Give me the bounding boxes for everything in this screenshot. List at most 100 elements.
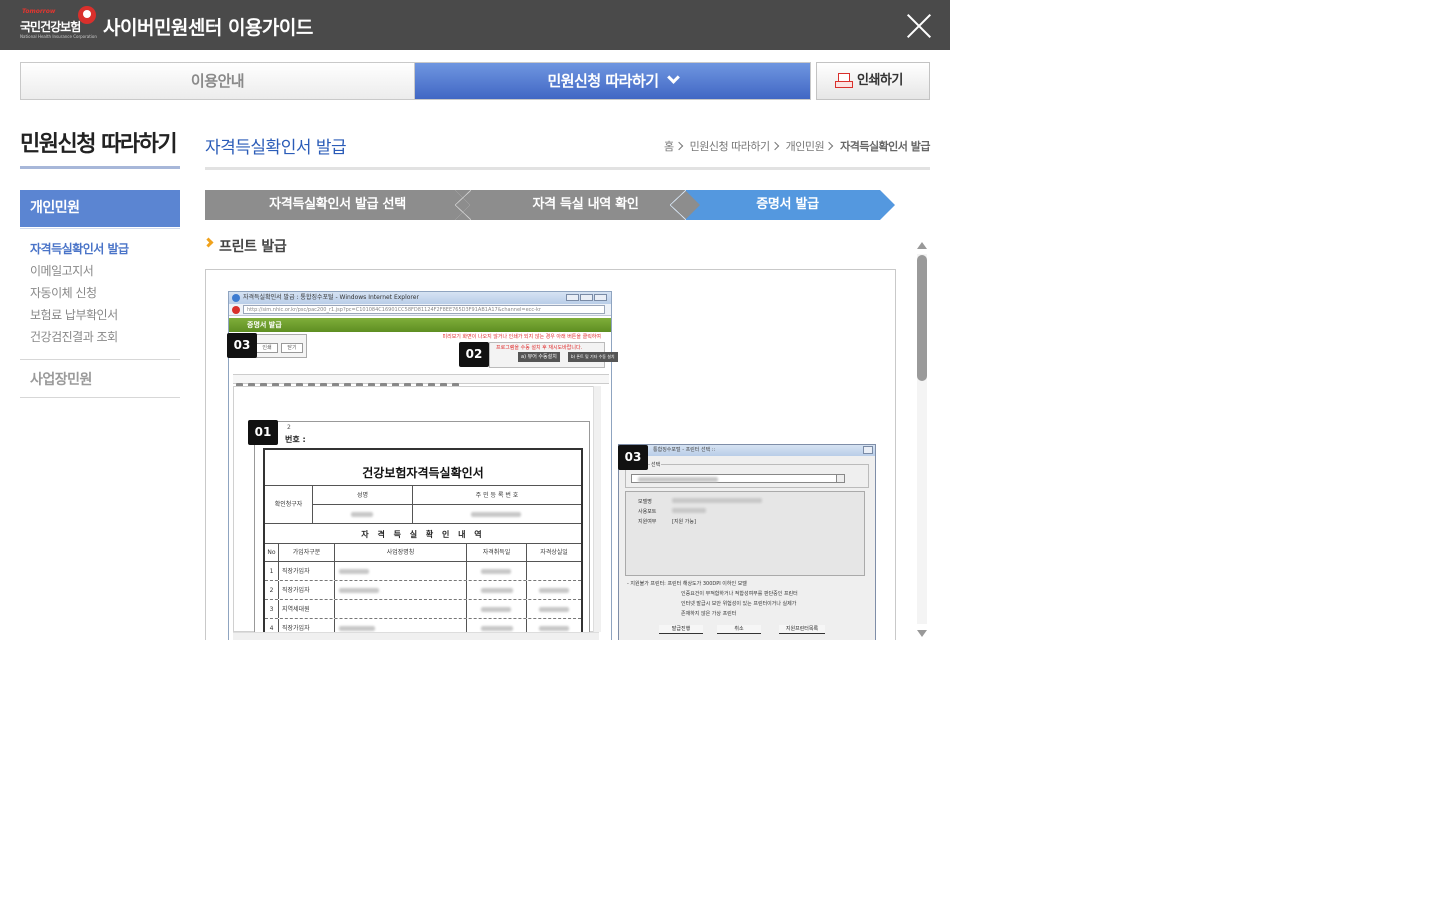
badge-03: 03 [227, 333, 257, 358]
dialog-titlebar: 통합징수포털 - 프린터 선택 :: [619, 445, 875, 456]
cert-table: 건강보험자격득실확인서 확인청구자 성명 주 민 등 록 번 호 자 격 득 실… [263, 448, 583, 640]
sidebar-item-payment-confirm[interactable]: 보험료 납부확인서 [30, 305, 129, 327]
chevron-right-icon [674, 141, 683, 151]
chevron-down-icon [836, 475, 844, 482]
sidebar-section-divider [20, 228, 180, 229]
cert-number-label: 번호 : [285, 435, 306, 444]
ie-url: http://sim.nhic.or.kr/psc/pac200_r1.jsp?… [243, 305, 605, 314]
dialog-cancel-btn: 취소 [717, 625, 761, 634]
ie-icon [232, 294, 240, 302]
sidebar-divider [20, 397, 180, 398]
cert-row-type: 지역세대원 [279, 600, 335, 618]
scrollbar-thumb[interactable] [917, 255, 927, 381]
cert-page-number: 2 [287, 424, 291, 431]
ie-address-bar: http://sim.nhic.or.kr/psc/pac200_r1.jsp?… [229, 304, 611, 316]
cert-subtitle: 자 격 득 실 확 인 내 역 [265, 524, 581, 544]
printer-support-label: 지원여부 [638, 519, 657, 525]
ie-horizontal-scrollbar [233, 632, 599, 640]
ie-print-btn: 인쇄 [256, 343, 278, 353]
ie-plugin-box: 프로그램을 수동 설치 후 재시도바랍니다. a) 뷰어 수동설치 b) 폰트 … [489, 342, 618, 368]
cert-row-type: 직장가입자 [279, 581, 335, 599]
cert-col-workplace: 사업장명칭 [335, 544, 467, 561]
dialog-note: - 지원불가 프린터: 프린터 해상도가 300DPI 이하인 모델 [627, 581, 747, 587]
dialog-note: 인증요건이 부적합하거나 적합성여부를 판단중인 프린터 [681, 591, 798, 597]
ie-titlebar: 자격득실확인서 발급 : 통합징수포털 - Windows Internet E… [229, 292, 611, 304]
sidebar-item-auto-transfer[interactable]: 자동이체 신청 [30, 283, 129, 305]
tab-label: 이용안내 [190, 72, 245, 90]
header-bar: Tomorrow 국민건강보험 National Health Insuranc… [0, 0, 950, 50]
sidebar-list: 자격득실확인서 발급 이메일고지서 자동이체 신청 보험료 납부확인서 건강검진… [30, 239, 129, 349]
page-title: 자격득실확인서 발급 [205, 138, 347, 158]
step-1[interactable]: 자격득실확인서 발급 선택 [205, 190, 470, 220]
cert-col-headers: No 가입자구분 사업장명칭 자격취득일 자격상실일 [265, 544, 581, 562]
badge-01: 01 [248, 420, 278, 445]
logo-subtext: National Health Insurance Corporation [20, 34, 97, 39]
ie-vertical-scrollbar [593, 386, 601, 632]
dialog-note: 존재하지 않은 가상 프린터 [681, 611, 737, 617]
tab-usage-guide[interactable]: 이용안내 [21, 63, 415, 99]
printer-info-box: 모델명 사용포트 지원여부 [지원 가능] [625, 491, 865, 576]
cert-row-no: 1 [265, 562, 279, 580]
dialog-close-icon [863, 446, 873, 454]
sidebar-section-business[interactable]: 사업장민원 [30, 369, 92, 389]
cert-row-type: 직장가입자 [279, 562, 335, 580]
cert-name-header: 성명 [313, 486, 413, 505]
section-title-text: 프린트 발급 [219, 239, 287, 255]
sidebar-item-qualification[interactable]: 자격득실확인서 발급 [30, 239, 129, 261]
cert-data-row: 3 지역세대원 [265, 600, 581, 619]
plugin-btn-viewer: a) 뷰어 수동설치 [518, 352, 560, 362]
certificate: 2 번호 : 건강보험자격득실확인서 확인청구자 성명 주 민 등 록 번 호 … [254, 421, 590, 640]
window-controls [565, 294, 609, 302]
step-3[interactable]: 증명서 발급 [670, 190, 895, 220]
step-separator [455, 190, 471, 220]
ie-viewer-toolbar [233, 374, 609, 390]
cert-row-no: 3 [265, 600, 279, 618]
chevron-down-icon [666, 71, 680, 84]
breadcrumb-follow[interactable]: 민원신청 따라하기 [690, 140, 770, 153]
print-button[interactable]: 인쇄하기 [816, 62, 930, 100]
step-2[interactable]: 자격 득실 내역 확인 [455, 190, 700, 220]
badge-03: 03 [618, 445, 648, 470]
logo-text: 국민건강보험 [20, 20, 81, 34]
dialog-title-text: 통합징수포털 - 프린터 선택 :: [653, 447, 716, 453]
scroll-up-arrow-icon[interactable] [917, 242, 927, 249]
arrow-right-icon [203, 237, 214, 248]
breadcrumb: 홈 민원신청 따라하기 개인민원 자격득실확인서 발급 [560, 138, 930, 154]
cert-title: 건강보험자격득실확인서 [265, 450, 581, 486]
sidebar-section-personal[interactable]: 개인민원 [20, 190, 180, 227]
cert-data-row: 2 직장가입자 [265, 581, 581, 600]
ie-page-icon [232, 306, 240, 314]
section-title: 프린트 발급 [203, 236, 287, 256]
guide-popup: Tomorrow 국민건강보험 National Health Insuranc… [0, 0, 950, 900]
dialog-note: 인터넷 발급시 보안 위험성이 있는 프린터이거나 실제가 [681, 601, 797, 607]
guide-figure: 자격득실확인서 발급 : 통합징수포털 - Windows Internet E… [205, 269, 896, 640]
printer-select-label: 선택 [650, 461, 662, 468]
title-divider [205, 167, 930, 170]
badge-02: 02 [459, 342, 489, 367]
breadcrumb-personal[interactable]: 개인민원 [786, 140, 825, 153]
cert-confirm-label: 확인청구자 [265, 486, 313, 523]
print-label: 인쇄하기 [857, 73, 903, 88]
green-bar-text: 증명서 발급 [247, 321, 282, 329]
printer-icon [835, 73, 853, 89]
chevron-right-icon [824, 141, 834, 151]
step-label: 자격 득실 내역 확인 [532, 197, 639, 212]
printer-dialog-screenshot: 통합징수포털 - 프린터 선택 :: 선택 모델명 사용포트 지원여부 [지원 … [618, 444, 876, 640]
step-indicator: 자격득실확인서 발급 선택 자격 득실 내역 확인 증명서 발급 [205, 190, 895, 220]
scroll-down-arrow-icon[interactable] [917, 630, 927, 637]
ie-title-text: 자격득실확인서 발급 : 통합징수포털 - Windows Internet E… [243, 294, 419, 301]
chevron-right-icon [770, 141, 779, 151]
close-icon[interactable] [905, 12, 933, 40]
printer-select [631, 474, 845, 483]
cert-col-lost: 자격상실일 [540, 549, 568, 556]
sidebar-item-checkup-result[interactable]: 건강검진결과 조회 [30, 327, 129, 349]
cert-col-type: 가입자구분 [279, 544, 335, 561]
ie-close-btn: 닫기 [281, 343, 303, 353]
cert-col-no: No [265, 544, 279, 561]
breadcrumb-home[interactable]: 홈 [664, 140, 674, 153]
sidebar-item-email-bill[interactable]: 이메일고지서 [30, 261, 129, 283]
cert-confirm-row: 확인청구자 성명 주 민 등 록 번 호 [265, 486, 581, 524]
plugin-text: 프로그램을 수동 설치 후 재시도바랍니다. [496, 345, 583, 351]
tab-follow-along[interactable]: 민원신청 따라하기 [415, 63, 810, 99]
cert-name-value [313, 505, 413, 524]
